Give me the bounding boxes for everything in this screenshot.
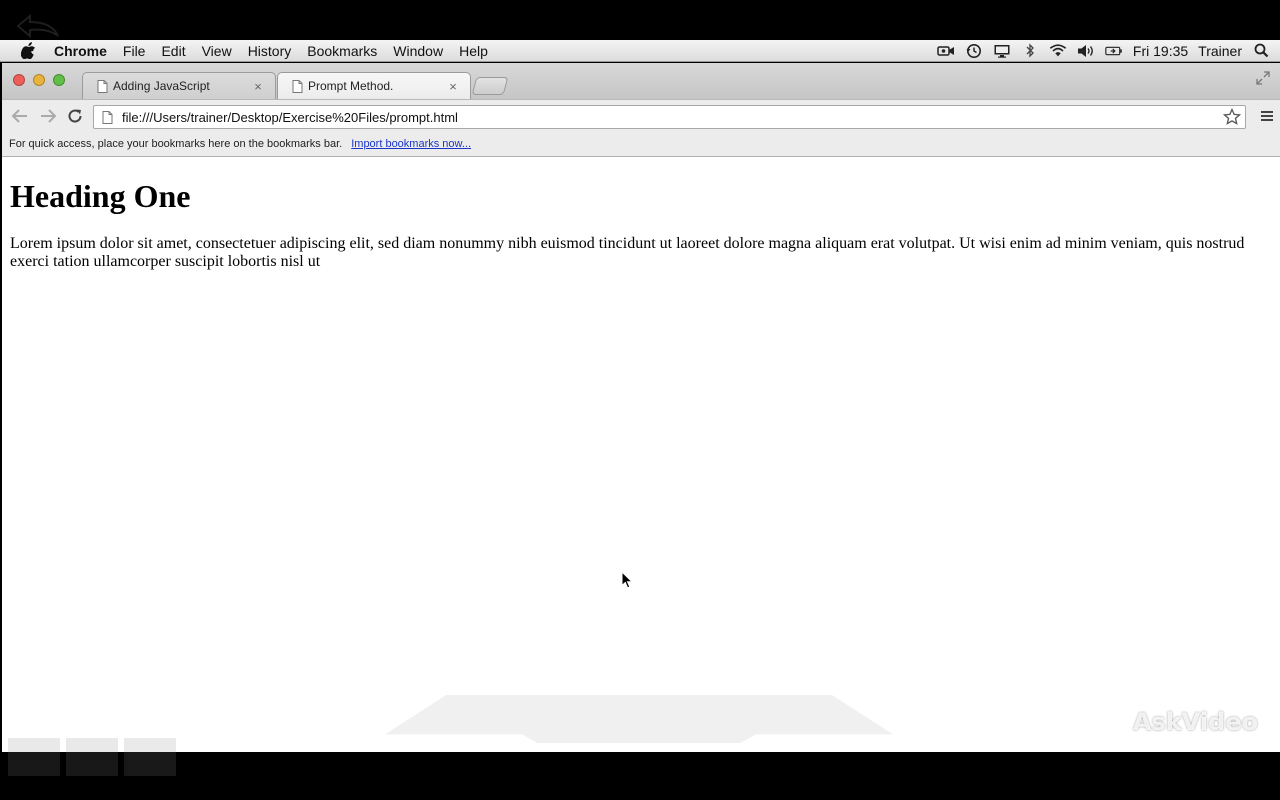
hamburger-menu-icon[interactable]: [1260, 109, 1274, 123]
tab-adding-javascript[interactable]: Adding JavaScript ×: [82, 72, 276, 99]
address-url[interactable]: file:///Users/trainer/Desktop/Exercise%2…: [122, 110, 458, 125]
zoom-window-button[interactable]: [53, 74, 65, 86]
menu-bar-clock[interactable]: Fri 19:35: [1133, 43, 1188, 59]
page-paragraph: Lorem ipsum dolor sit amet, consectetuer…: [10, 235, 1245, 270]
facetime-camera-icon[interactable]: [937, 44, 955, 58]
display-icon[interactable]: [993, 44, 1011, 58]
menu-help[interactable]: Help: [451, 43, 496, 59]
menu-bookmarks[interactable]: Bookmarks: [299, 43, 385, 59]
menu-view[interactable]: View: [194, 43, 240, 59]
browser-toolbar: file:///Users/trainer/Desktop/Exercise%2…: [2, 99, 1280, 132]
spotlight-search-icon[interactable]: [1252, 43, 1270, 58]
chrome-window: Adding JavaScript × Prompt Method. × fil…: [2, 63, 1280, 752]
reload-icon[interactable]: [66, 108, 84, 124]
page-icon: [292, 79, 303, 93]
rewind-icon[interactable]: [8, 738, 60, 776]
address-bar[interactable]: file:///Users/trainer/Desktop/Exercise%2…: [93, 105, 1246, 129]
battery-icon[interactable]: [1105, 44, 1123, 58]
close-window-button[interactable]: [13, 74, 25, 86]
tab-prompt-method[interactable]: Prompt Method. ×: [277, 72, 471, 99]
import-bookmarks-link[interactable]: Import bookmarks now...: [351, 138, 471, 150]
bookmarks-bar: For quick access, place your bookmarks h…: [2, 132, 1280, 157]
wifi-icon[interactable]: [1049, 43, 1067, 58]
menu-bar-user[interactable]: Trainer: [1198, 43, 1242, 59]
page-heading: Heading One: [10, 178, 191, 214]
bookmarks-bar-hint: For quick access, place your bookmarks h…: [9, 138, 343, 150]
window-controls: [13, 74, 65, 86]
macos-menu-bar: Chrome File Edit View History Bookmarks …: [0, 40, 1280, 62]
bluetooth-icon[interactable]: [1021, 43, 1039, 58]
menu-history[interactable]: History: [240, 43, 300, 59]
video-back-arrow-icon: [16, 13, 59, 39]
askvideo-watermark: AskVideo: [1132, 708, 1258, 736]
skip-forward-icon[interactable]: [124, 738, 176, 776]
pause-icon[interactable]: [66, 738, 118, 776]
page-icon: [102, 110, 113, 124]
menu-edit[interactable]: Edit: [153, 43, 193, 59]
time-machine-icon[interactable]: [965, 43, 983, 58]
back-arrow-icon[interactable]: [11, 108, 29, 124]
page-content: Heading One Lorem ipsum dolor sit amet, …: [2, 157, 1280, 752]
new-tab-button[interactable]: [471, 77, 509, 95]
menu-file[interactable]: File: [115, 43, 154, 59]
menu-window[interactable]: Window: [385, 43, 451, 59]
menu-bar-status-area: Fri 19:35 Trainer: [937, 43, 1280, 59]
menu-app-chrome[interactable]: Chrome: [52, 43, 115, 59]
close-tab-icon[interactable]: ×: [251, 79, 265, 94]
volume-icon[interactable]: [1077, 44, 1095, 58]
mouse-cursor-icon: [621, 571, 633, 589]
tab-strip: Adding JavaScript × Prompt Method. ×: [2, 63, 1280, 99]
tab-title: Prompt Method.: [308, 79, 394, 93]
close-tab-icon[interactable]: ×: [446, 79, 460, 94]
video-player-controls: [8, 738, 176, 776]
page-icon: [97, 79, 108, 93]
apple-logo-icon[interactable]: [18, 42, 38, 59]
tab-title: Adding JavaScript: [113, 79, 210, 93]
forward-arrow-icon[interactable]: [39, 108, 57, 124]
fullscreen-icon[interactable]: [1256, 71, 1270, 85]
minimize-window-button[interactable]: [33, 74, 45, 86]
bookmark-star-icon[interactable]: [1223, 108, 1241, 126]
